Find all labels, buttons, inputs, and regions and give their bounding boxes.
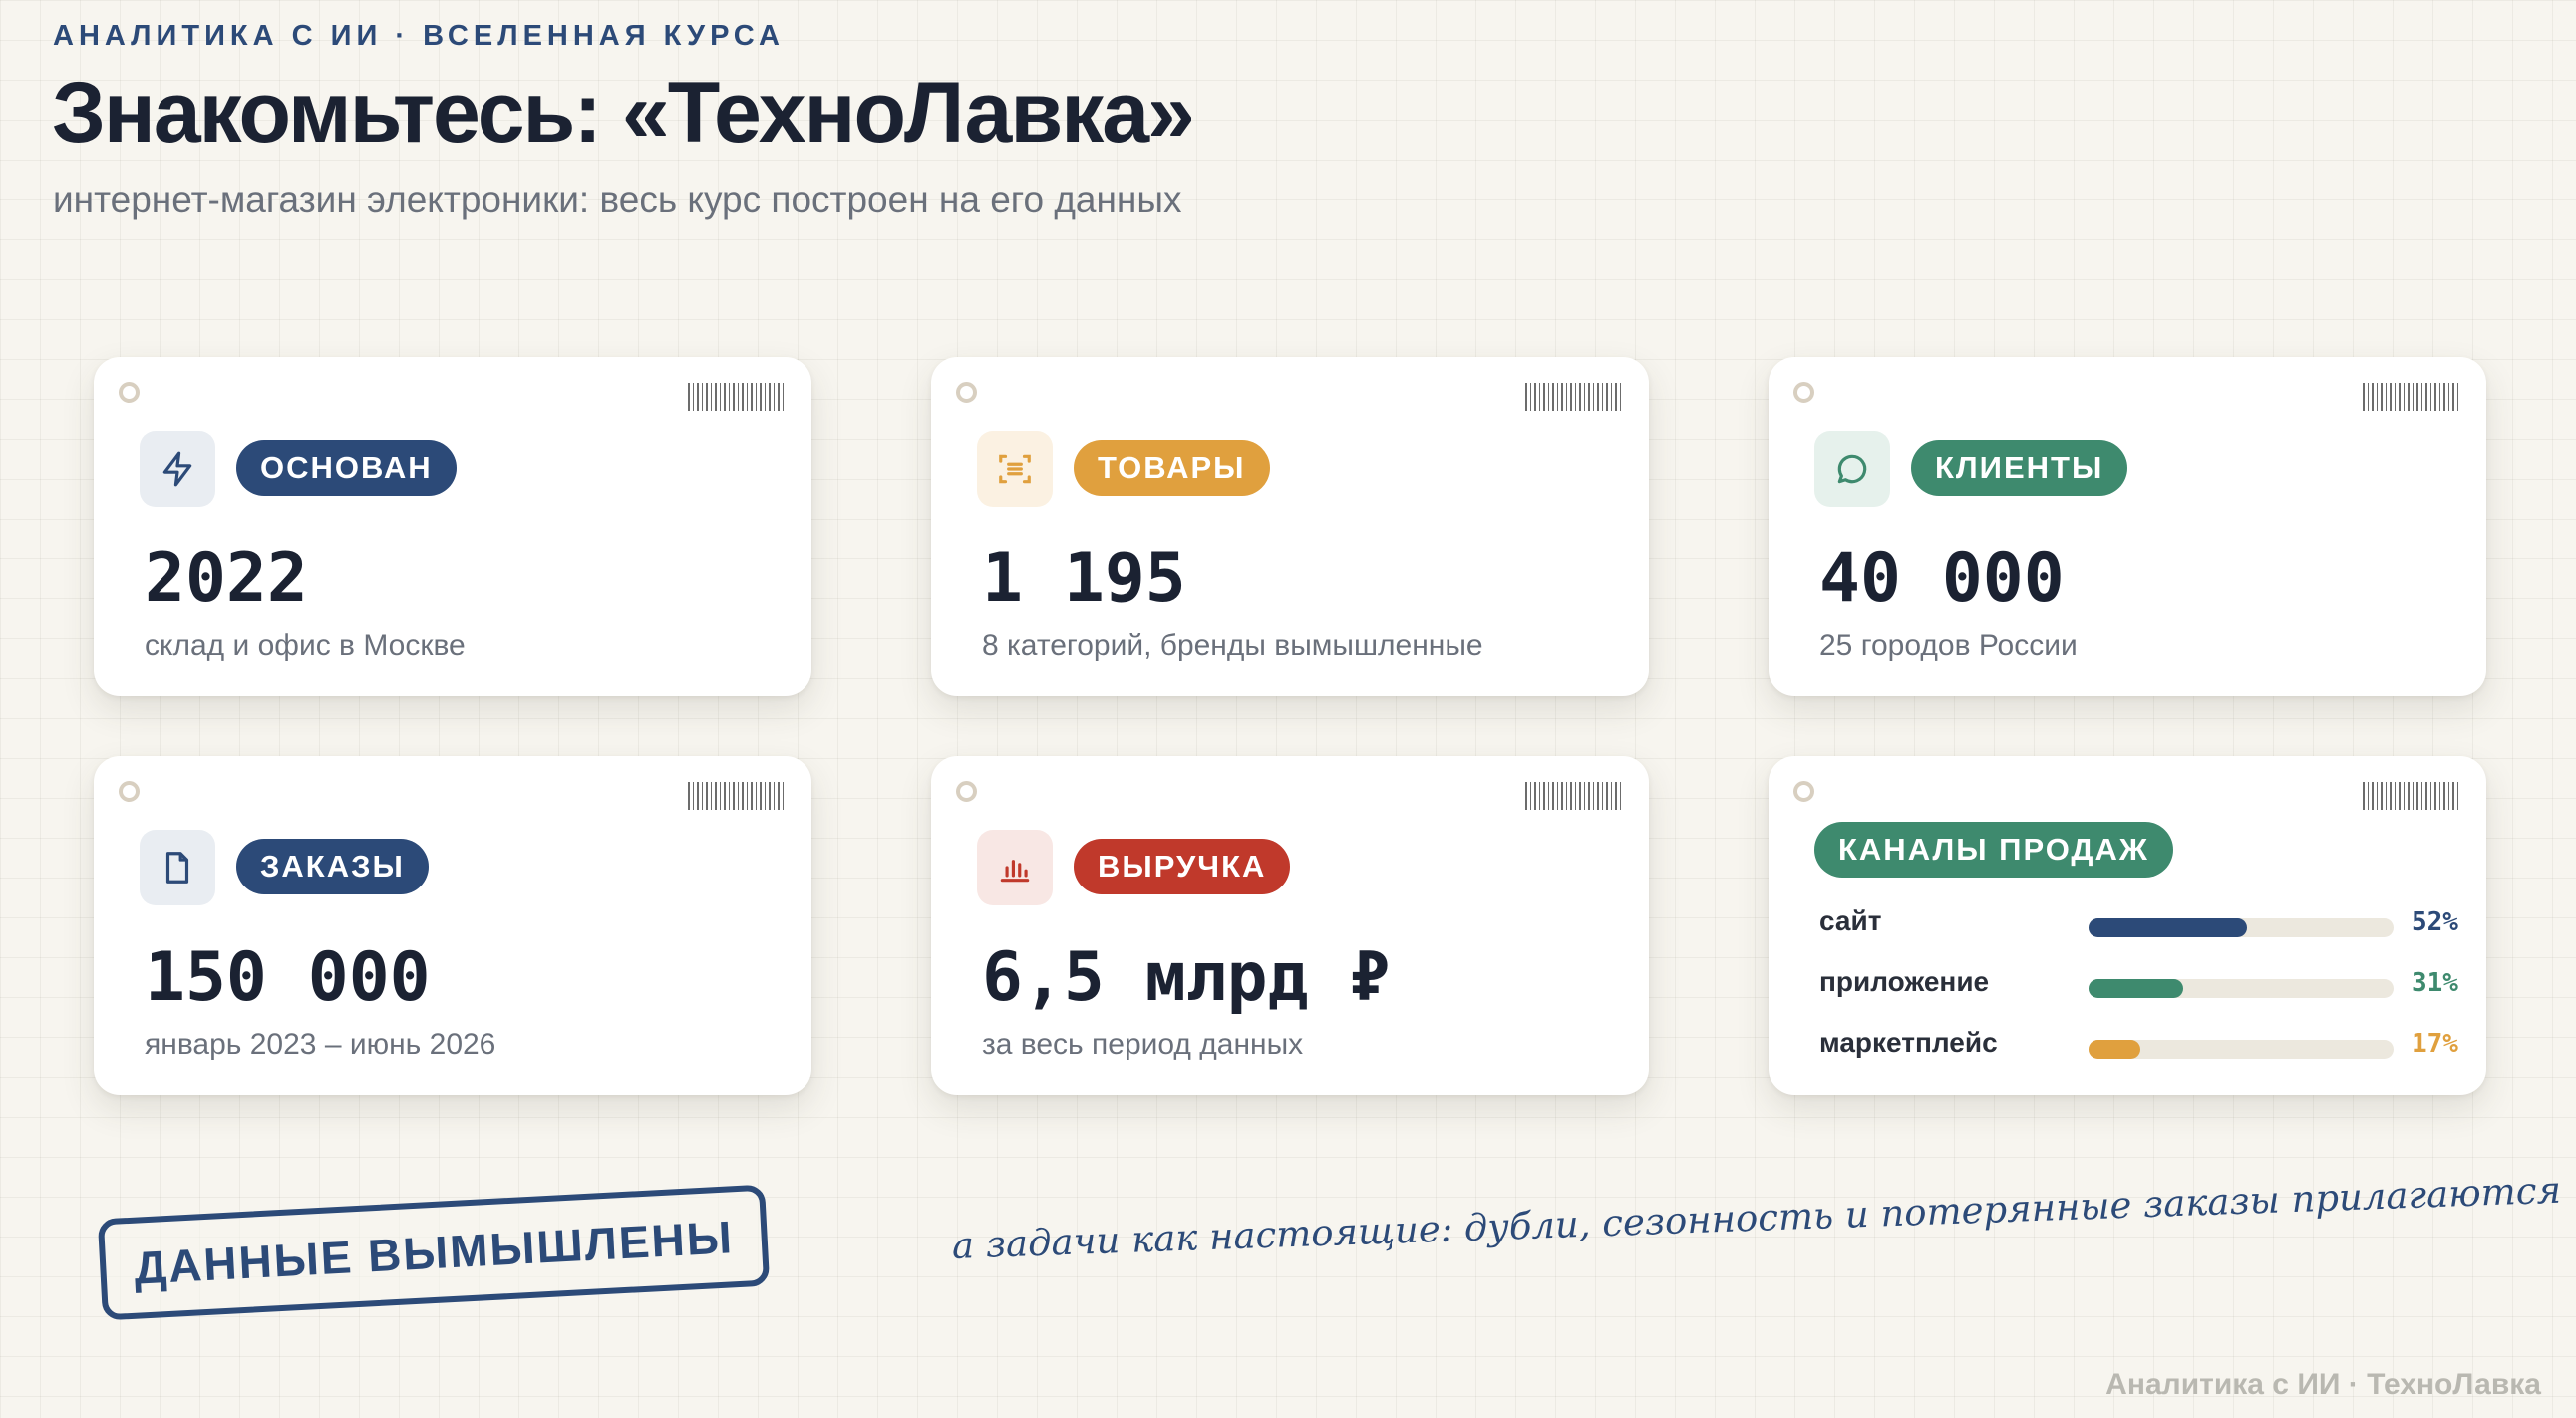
- card-value: 150 000: [145, 938, 431, 1017]
- barcode-decoration: [1525, 782, 1621, 810]
- card-caption: 8 категорий, бренды вымышленные: [982, 629, 1483, 662]
- bar-chart-icon: [977, 830, 1053, 905]
- document-icon: [140, 830, 215, 905]
- card-revenue: ВЫРУЧКА 6,5 млрд ₽ за весь период данных: [931, 756, 1649, 1095]
- channel-bar-fill: [2089, 979, 2183, 998]
- card-hole: [956, 382, 977, 403]
- card-hole: [956, 781, 977, 802]
- fictional-data-stamp: ДАННЫЕ ВЫМЫШЛЕНЫ: [97, 1184, 771, 1321]
- page-title: Знакомьтесь: «ТехноЛавка»: [52, 65, 1195, 161]
- page-subtitle: интернет-магазин электроники: весь курс …: [53, 179, 1182, 220]
- channel-label: сайт: [1819, 905, 1882, 936]
- card-founded: ОСНОВАН 2022 склад и офис в Москве: [94, 357, 811, 696]
- channels-badge: КАНАЛЫ ПРОДАЖ: [1814, 822, 2173, 878]
- card-caption: за весь период данных: [982, 1028, 1304, 1061]
- channel-row-site: сайт 52%: [1819, 905, 2458, 945]
- card-badge: КЛИЕНТЫ: [1911, 440, 2128, 496]
- card-value: 40 000: [1819, 539, 2065, 618]
- channel-row-marketplace: маркетплейс 17%: [1819, 1027, 2458, 1067]
- footer-credit: Аналитика с ИИ · ТехноЛавка: [2105, 1368, 2541, 1401]
- course-kicker: АНАЛИТИКА С ИИ · ВСЕЛЕННАЯ КУРСА: [53, 20, 785, 52]
- channel-bar-fill: [2089, 1040, 2141, 1059]
- card-value: 6,5 млрд ₽: [982, 938, 1391, 1017]
- card-products: ТОВАРЫ 1 195 8 категорий, бренды вымышле…: [931, 357, 1649, 696]
- scan-icon: [977, 431, 1053, 507]
- barcode-decoration: [2363, 383, 2458, 411]
- barcode-decoration: [2363, 782, 2458, 810]
- channel-label: маркетплейс: [1819, 1027, 1998, 1058]
- card-badge: ТОВАРЫ: [1074, 440, 1270, 496]
- channel-bar-track: [2089, 918, 2394, 937]
- chat-bubble-icon: [1814, 431, 1890, 507]
- channel-bar-track: [2089, 1040, 2394, 1059]
- channel-row-app: приложение 31%: [1819, 966, 2458, 1006]
- card-badge: ОСНОВАН: [236, 440, 457, 496]
- card-hole: [1793, 781, 1814, 802]
- card-hole: [119, 781, 140, 802]
- card-value: 1 195: [982, 539, 1186, 618]
- card-caption: январь 2023 – июнь 2026: [145, 1028, 496, 1061]
- channel-bar-track: [2089, 979, 2394, 998]
- card-sales-channels: КАНАЛЫ ПРОДАЖ сайт 52% приложение 31% ма…: [1769, 756, 2486, 1095]
- card-badge: ЗАКАЗЫ: [236, 839, 429, 894]
- bolt-icon: [140, 431, 215, 507]
- channel-label: приложение: [1819, 966, 1990, 997]
- channel-percent: 31%: [2412, 968, 2458, 998]
- card-hole: [1793, 382, 1814, 403]
- barcode-decoration: [1525, 383, 1621, 411]
- channel-percent: 52%: [2412, 907, 2458, 937]
- card-hole: [119, 382, 140, 403]
- handwritten-note: а задачи как настоящие: дубли, сезонност…: [951, 1168, 2562, 1267]
- channel-bar-fill: [2089, 918, 2248, 937]
- barcode-decoration: [688, 782, 784, 810]
- card-badge: ВЫРУЧКА: [1074, 839, 1291, 894]
- card-value: 2022: [145, 539, 308, 618]
- card-orders: ЗАКАЗЫ 150 000 январь 2023 – июнь 2026: [94, 756, 811, 1095]
- card-clients: КЛИЕНТЫ 40 000 25 городов России: [1769, 357, 2486, 696]
- card-caption: склад и офис в Москве: [145, 629, 466, 662]
- channel-percent: 17%: [2412, 1029, 2458, 1059]
- card-caption: 25 городов России: [1819, 629, 2078, 662]
- barcode-decoration: [688, 383, 784, 411]
